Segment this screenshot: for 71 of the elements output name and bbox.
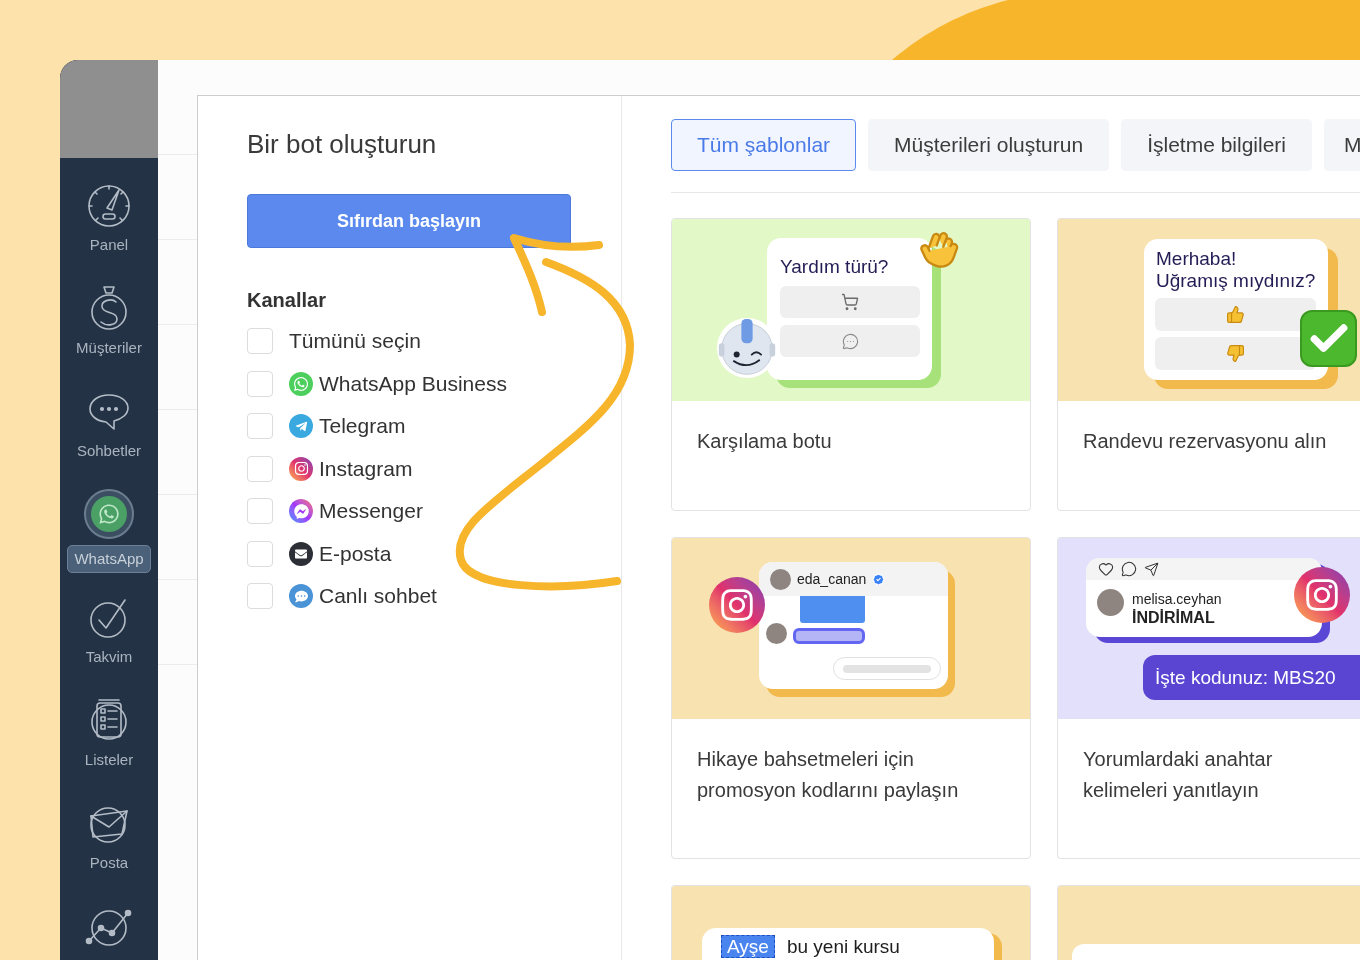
lightning-bubble-icon — [289, 499, 313, 524]
checkbox[interactable] — [247, 413, 273, 440]
thumbs-up-icon — [1226, 305, 1245, 324]
heart-icon — [1098, 561, 1114, 577]
template-card[interactable]: melisa.ceyhan İNDİRİMAL İşte kodunuz: MBS20 Yorumlardaki anahtar kelimeleri yanıtlayın — [1057, 537, 1360, 859]
template-card[interactable] — [1057, 885, 1360, 960]
chat-bubble-icon — [289, 584, 313, 609]
comment-text: İNDİRİMAL — [1132, 608, 1215, 627]
speech-bubble-icon — [841, 332, 859, 350]
sidebar-item[interactable]: Müşteriler — [60, 283, 158, 357]
camera-logo-icon — [709, 577, 765, 633]
checkbox[interactable] — [247, 370, 273, 397]
name-tag: Ayşe — [721, 935, 775, 958]
sidebar-item[interactable]: Takvim — [60, 592, 158, 666]
image-placeholder — [800, 596, 865, 623]
checkbox[interactable] — [247, 540, 273, 567]
sidebar-item[interactable]: Panel — [60, 180, 158, 254]
template-card[interactable]: eda_canan Hikaye bahsetmeleri için promosyon kodlarını paylaşın — [671, 537, 1031, 859]
tab[interactable]: İşletme bilgileri — [1121, 119, 1313, 171]
checkbox[interactable] — [247, 455, 273, 482]
thumbs-down-icon — [1226, 344, 1245, 363]
sidebar-item[interactable]: Listeler — [60, 695, 158, 769]
paper-plane-icon — [289, 414, 313, 439]
greeting-text: Merhaba! — [1156, 248, 1237, 270]
channel-label: Canlı sohbet — [319, 583, 437, 610]
card-title: Randevu rezervasyonu alın — [1082, 429, 1328, 454]
card-title: Yorumlardaki anahtar kelimeleri yanıtlayın — [1082, 747, 1274, 803]
card-title: Karşılama botu — [696, 429, 833, 454]
question-text: Yardım türü? — [780, 256, 889, 278]
template-card[interactable]: Ayşe bu yeni kursu — [671, 885, 1031, 960]
check-mark-icon — [1300, 310, 1357, 367]
phone-bubble-icon — [84, 489, 134, 539]
channel-label: Instagram — [319, 455, 413, 482]
message-text: bu yeni kursu — [786, 935, 900, 958]
tab[interactable]: M — [1324, 119, 1360, 171]
channel-label: E-posta — [319, 540, 392, 567]
avatar-icon — [1097, 589, 1124, 616]
template-card[interactable]: Yardım türü? Karşılama botu — [671, 218, 1031, 511]
verified-badge-icon — [872, 572, 886, 586]
phone-bubble-icon — [289, 371, 313, 396]
channel-label: Telegram — [319, 413, 406, 440]
send-icon — [1144, 561, 1159, 577]
username-text: melisa.ceyhan — [1132, 590, 1222, 608]
template-card[interactable]: Merhaba! Uğramış mıydınız? Randevu rezervasyonu alın — [1057, 218, 1360, 511]
checkbox[interactable] — [247, 498, 273, 525]
channel-label: Messenger — [319, 498, 423, 525]
username-text: eda_canan — [797, 570, 867, 588]
card-title: Hikaye bahsetmeleri için promosyon kodlarını paylaşın — [696, 747, 960, 803]
tab[interactable]: Tüm şablonlar — [671, 119, 857, 171]
robot-face-icon — [716, 317, 778, 379]
avatar-icon — [766, 623, 787, 644]
start-button[interactable]: Sıfırdan başlayın — [247, 194, 571, 248]
section-heading: Kanallar — [247, 288, 327, 312]
sidebar-item[interactable]: WhatsApp — [60, 489, 158, 573]
panel-title: Bir bot oluşturun — [247, 128, 438, 160]
envelope-icon — [289, 541, 313, 566]
reply-bubble: İşte kodunuz: MBS20 — [1143, 655, 1360, 700]
sidebar-item[interactable]: Posta — [60, 798, 158, 872]
checkbox[interactable] — [247, 328, 273, 355]
channel-label: Tümünü seçin — [289, 328, 421, 355]
camera-logo-icon — [1294, 567, 1350, 623]
cart-icon — [841, 293, 859, 311]
camera-icon — [289, 456, 313, 481]
channel-label: WhatsApp Business — [319, 370, 507, 397]
tab[interactable]: Müşterileri oluşturun — [868, 119, 1110, 171]
sidebar-item[interactable]: Sohbetler — [60, 386, 158, 460]
avatar-icon — [770, 568, 791, 590]
message-bar — [793, 628, 865, 644]
checkbox[interactable] — [247, 583, 273, 610]
question-text: Uğramış mıydınız? — [1156, 270, 1316, 292]
comment-icon — [1121, 561, 1137, 577]
